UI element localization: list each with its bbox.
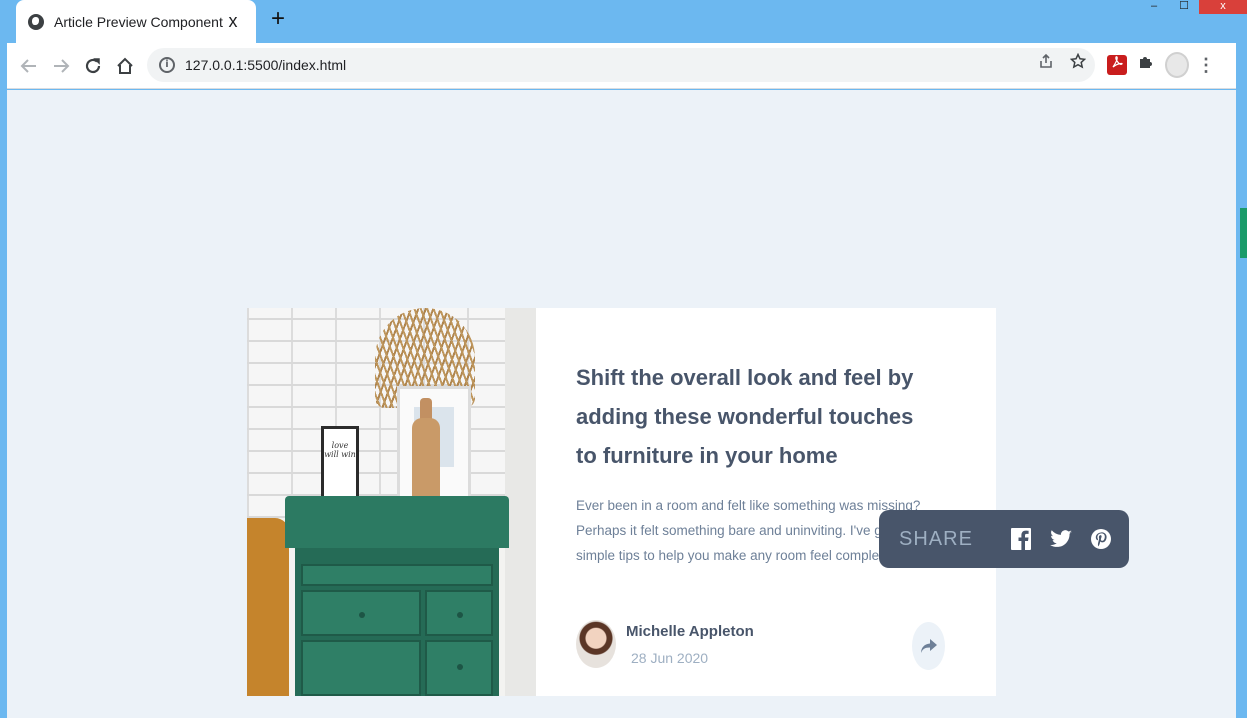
window-edge-decoration [1240, 208, 1247, 258]
reload-button[interactable] [79, 52, 107, 80]
url-text[interactable]: 127.0.0.1:5500/index.html [185, 57, 346, 73]
browser-tab[interactable]: Article Preview Component x [16, 0, 256, 43]
author-block: Michelle Appleton 28 Jun 2020 [576, 620, 754, 668]
close-window-button[interactable]: x [1199, 0, 1247, 14]
cabinet-drawer [301, 564, 493, 586]
drawer-knob [457, 664, 463, 670]
drawer-knob [457, 612, 463, 618]
reload-icon [85, 58, 101, 74]
sofa-arm [247, 518, 289, 696]
extensions-puzzle-icon[interactable] [1135, 54, 1157, 76]
tab-close-button[interactable]: x [224, 11, 242, 32]
browser-toolbar: i 127.0.0.1:5500/index.html ⋮ [7, 43, 1236, 89]
globe-icon [28, 13, 44, 30]
cabinet-drawer [425, 640, 493, 696]
forward-button[interactable] [47, 52, 75, 80]
profile-avatar-icon[interactable] [1165, 52, 1189, 78]
maximize-button[interactable]: ☐ [1169, 0, 1199, 14]
minimize-button[interactable]: – [1139, 0, 1169, 14]
address-bar[interactable]: i 127.0.0.1:5500/index.html [147, 48, 1095, 82]
arrow-left-icon [20, 59, 36, 73]
cabinet-drawer [301, 640, 421, 696]
browser-titlebar: Article Preview Component x + – ☐ x [0, 0, 1247, 43]
wall-panel [505, 308, 536, 696]
share-button[interactable] [912, 622, 945, 670]
cabinet-drawer [301, 590, 421, 636]
share-popup: SHARE [879, 510, 1129, 568]
browser-menu-icon[interactable]: ⋮ [1197, 54, 1215, 76]
arrow-right-icon [54, 59, 70, 73]
page-viewport: love will win Shift the overall look and… [7, 90, 1236, 718]
cabinet-top [285, 496, 509, 548]
new-tab-button[interactable]: + [266, 7, 290, 32]
home-icon [117, 57, 133, 74]
article-image: love will win [247, 308, 536, 696]
drawer-knob [359, 612, 365, 618]
cabinet-body [295, 548, 499, 696]
pinterest-icon[interactable] [1089, 527, 1113, 551]
back-button[interactable] [15, 52, 43, 80]
tab-title: Article Preview Component [54, 13, 223, 30]
bookmark-star-icon[interactable] [1067, 52, 1089, 75]
article-title: Shift the overall look and feel by addin… [576, 365, 914, 468]
twitter-icon[interactable] [1049, 527, 1073, 551]
cabinet-drawer [425, 590, 493, 636]
info-icon[interactable]: i [159, 57, 175, 73]
home-button[interactable] [111, 52, 139, 80]
author-name: Michelle Appleton [626, 622, 754, 640]
facebook-icon[interactable] [1009, 527, 1033, 551]
window-controls: – ☐ x [1139, 0, 1247, 14]
article-card: love will win Shift the overall look and… [247, 308, 996, 696]
publish-date: 28 Jun 2020 [631, 649, 709, 666]
author-avatar [576, 620, 616, 668]
share-arrow-icon [920, 639, 937, 653]
share-label: SHARE [899, 527, 973, 550]
pdf-extension-icon[interactable] [1107, 55, 1127, 75]
picture-frame-small: love will win [321, 426, 359, 506]
share-page-icon[interactable] [1035, 53, 1057, 75]
article-content: Shift the overall look and feel by addin… [536, 308, 996, 696]
